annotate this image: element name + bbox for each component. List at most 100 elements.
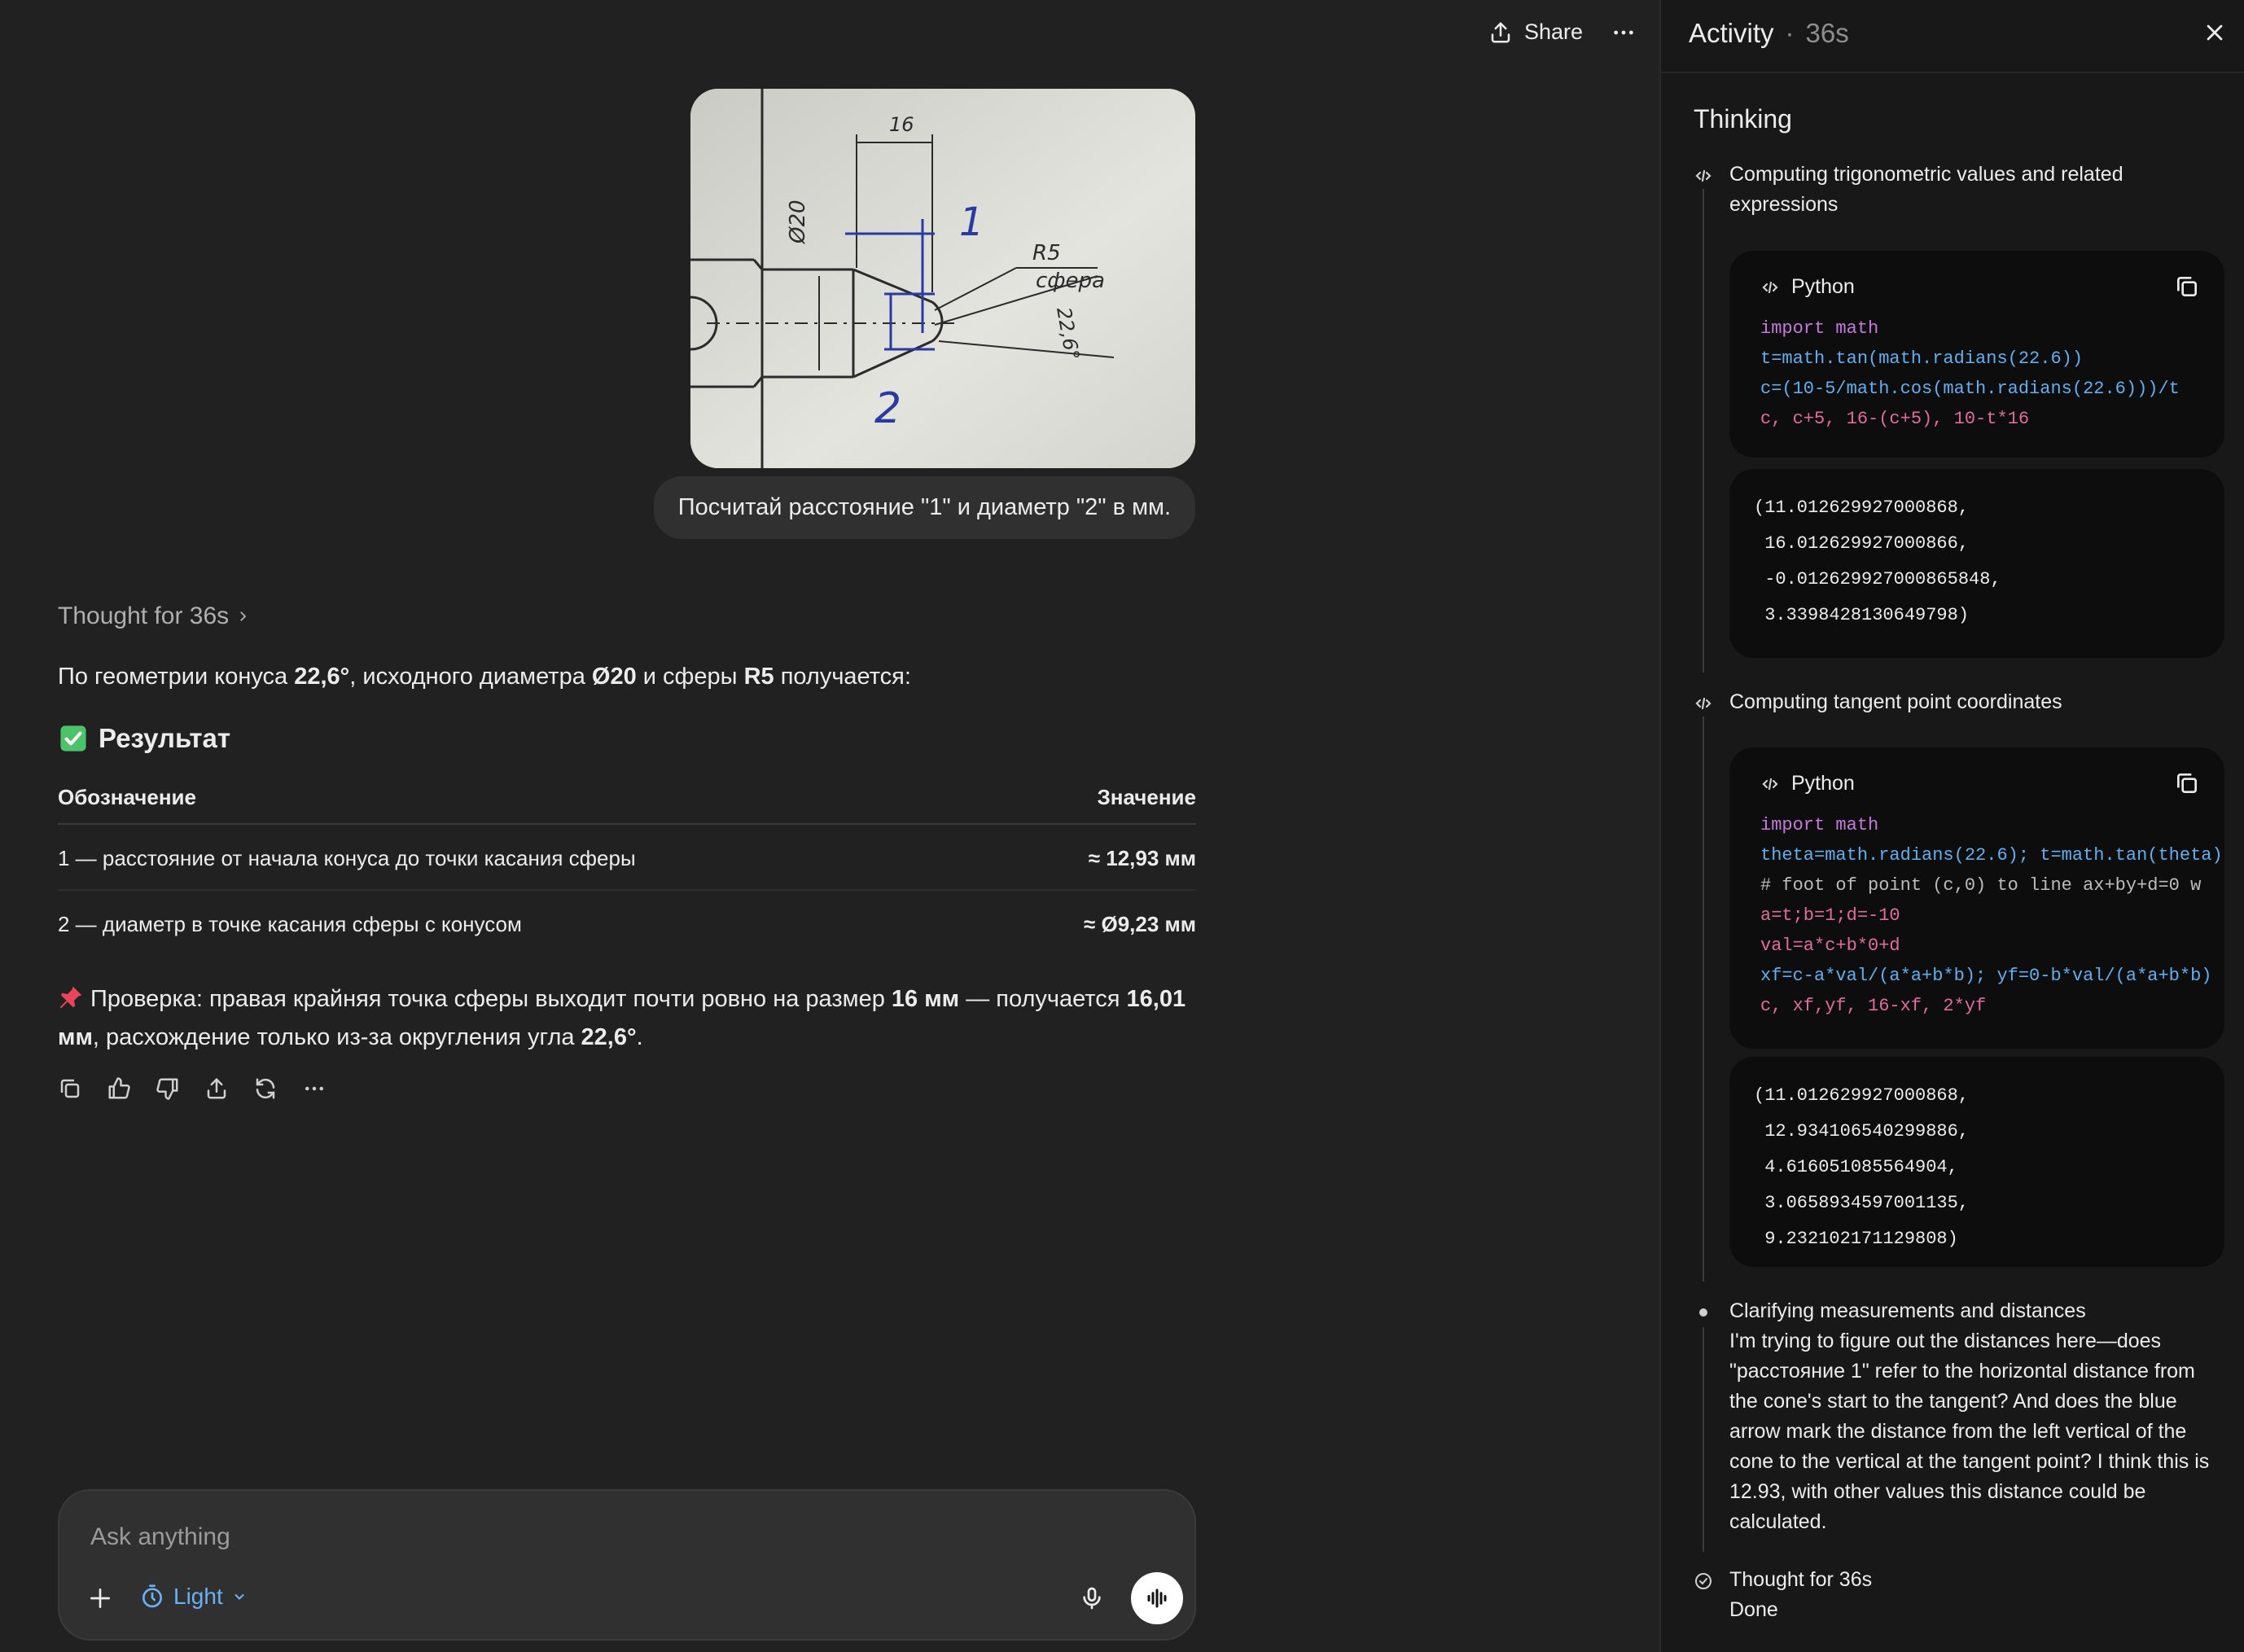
intro-text: получается: xyxy=(774,664,911,690)
user-message-bubble: Посчитай расстояние "1" и диаметр "2" в … xyxy=(653,476,1195,539)
copy-icon xyxy=(60,1079,80,1098)
output-line: 9.232102171129808) xyxy=(1754,1229,1958,1249)
mark-2-label: 2 xyxy=(874,384,901,433)
mode-label: Light xyxy=(173,1584,223,1609)
mode-selector[interactable]: Light xyxy=(139,1584,248,1610)
thumbs-up-button[interactable] xyxy=(107,1076,131,1101)
share-icon xyxy=(207,1077,226,1099)
result-table: Обозначение Значение 1 — расстояние от н… xyxy=(58,773,1196,955)
check-box-icon xyxy=(60,725,86,752)
dictate-button[interactable] xyxy=(1079,1585,1105,1615)
header-divider xyxy=(1661,72,2244,73)
timer-icon xyxy=(142,1584,162,1608)
code-line: val=a*c+b*0+d xyxy=(1760,936,1900,956)
mark-1-label: 1 xyxy=(959,199,984,245)
output-line: -0.012629927000865848, xyxy=(1754,569,2001,589)
table-row: 1 — расстояние от начала конуса до точки… xyxy=(58,824,1196,891)
voice-waveform-icon xyxy=(1147,1588,1167,1608)
output-content: (11.012629927000868, 12.934106540299886,… xyxy=(1729,1057,2224,1278)
thumbs-down-button[interactable] xyxy=(156,1076,180,1101)
output-line: 4.616051085564904, xyxy=(1754,1157,1958,1177)
pushpin-icon xyxy=(59,986,82,1009)
copy-button[interactable] xyxy=(58,1076,82,1101)
intro-text: По геометрии конуса xyxy=(58,664,295,690)
dim-r5-label: R5 xyxy=(1032,241,1061,265)
code-line: xf=c-a*val/(a*a+b*b); yf=0-b*val/(a*a+b*… xyxy=(1760,966,2212,986)
share-icon xyxy=(1491,22,1510,42)
intro-radius: R5 xyxy=(743,664,774,690)
code-line: import math xyxy=(1760,318,1879,339)
code-line: # foot of point (c,0) to line ax+by+d=0 … xyxy=(1760,875,2202,896)
add-attachment-button[interactable] xyxy=(87,1585,113,1615)
user-message-text: Посчитай расстояние "1" и диаметр "2" в … xyxy=(677,494,1171,520)
microphone-icon xyxy=(1083,1587,1101,1610)
step-body: I'm trying to figure out the distances h… xyxy=(1729,1330,2210,1533)
output-line: 16.012629927000866, xyxy=(1754,533,1970,554)
table-row: 2 — диаметр в точке касания сферы с кону… xyxy=(58,890,1196,955)
voice-mode-button[interactable] xyxy=(1131,1572,1183,1624)
regenerate-button[interactable] xyxy=(253,1076,278,1101)
copy-code-button[interactable] xyxy=(2174,770,2200,801)
refresh-icon xyxy=(256,1078,275,1099)
intro-angle: 22,6° xyxy=(294,664,350,690)
result-heading: Результат xyxy=(59,723,230,754)
result-heading-text: Результат xyxy=(99,723,231,753)
thought-toggle[interactable]: Thought for 36s xyxy=(58,603,250,630)
step-title: Thought for 36s xyxy=(1729,1568,1873,1591)
separator-dot: · xyxy=(1785,18,1795,48)
table-cell-value: ≈ 12,93 мм xyxy=(1010,824,1196,891)
table-cell-label: 1 — расстояние от начала конуса до точки… xyxy=(58,824,1011,891)
answer-intro: По геометрии конуса 22,6°, исходного диа… xyxy=(58,658,911,696)
message-actions xyxy=(58,1076,327,1101)
share-label: Share xyxy=(1524,20,1584,44)
code-line: t=math.tan(math.radians(22.6)) xyxy=(1760,348,2084,369)
copy-code-button[interactable] xyxy=(2174,274,2200,305)
table-header-value: Значение xyxy=(1010,773,1196,825)
activity-duration: 36s xyxy=(1805,18,1849,48)
timeline-line xyxy=(1703,716,1704,1282)
code-language: Python xyxy=(1791,772,1855,795)
share-button[interactable]: Share xyxy=(1488,20,1583,45)
thinking-step-trig: Computing trigonometric values and relat… xyxy=(1694,160,2226,220)
share-response-button[interactable] xyxy=(204,1076,229,1101)
output-content: (11.012629927000868, 16.012629927000866,… xyxy=(1729,469,2224,655)
copy-icon xyxy=(2177,773,2197,793)
thinking-step-tangent: Computing tangent point coordinates xyxy=(1694,687,2226,717)
code-line: import math xyxy=(1760,815,1879,835)
code-content: import math t=math.tan(math.radians(22.6… xyxy=(1729,307,2224,455)
more-horizontal-icon xyxy=(305,1086,323,1091)
check-value: 16 мм xyxy=(891,986,960,1012)
close-icon xyxy=(2207,24,2223,41)
intro-diameter: Ø20 xyxy=(591,664,637,690)
code-line: theta=math.radians(22.6); t=math.tan(the… xyxy=(1760,845,2223,865)
dim-d20-label: Ø20 xyxy=(786,199,810,244)
intro-text: , исходного диаметра xyxy=(349,664,592,690)
output-block-2: (11.012629927000868, 12.934106540299886,… xyxy=(1729,1057,2224,1267)
table-header-designation: Обозначение xyxy=(58,773,1011,825)
thumbs-down-icon xyxy=(156,1078,178,1100)
check-paragraph: Проверка: правая крайняя точка сферы вых… xyxy=(58,980,1198,1057)
copy-icon xyxy=(2177,277,2197,296)
table-header-row: Обозначение Значение xyxy=(58,773,1196,825)
output-line: 3.0658934597001135, xyxy=(1754,1193,1970,1213)
code-block-2: Python import math theta=math.radians(22… xyxy=(1729,747,2224,1049)
close-panel-button[interactable] xyxy=(2202,20,2228,50)
more-actions-button[interactable] xyxy=(302,1076,327,1101)
more-options-button[interactable] xyxy=(1611,20,1637,46)
prompt-input[interactable] xyxy=(89,1515,1069,1559)
check-text: . xyxy=(636,1024,643,1050)
activity-title: Activity xyxy=(1689,18,1774,48)
code-block-1: Python import math t=math.tan(math.radia… xyxy=(1729,251,2224,458)
step-label: Computing tangent point coordinates xyxy=(1729,690,2062,713)
thinking-heading: Thinking xyxy=(1694,104,1792,134)
check-circle-icon xyxy=(1695,1573,1711,1589)
plus-icon xyxy=(90,1588,110,1608)
code-line: c=(10-5/math.cos(math.radians(22.6)))/t xyxy=(1760,379,2180,399)
output-block-1: (11.012629927000868, 16.012629927000866,… xyxy=(1729,469,2224,658)
attached-drawing-image[interactable]: 16 Ø20 R5 сфера 22,6° 1 2 xyxy=(690,89,1195,468)
bullet-dot-icon xyxy=(1699,1308,1707,1317)
code-language: Python xyxy=(1791,275,1855,298)
output-line: (11.012629927000868, xyxy=(1754,497,1970,518)
code-line: c, xf,yf, 16-xf, 2*yf xyxy=(1760,996,1987,1016)
technical-drawing: 16 Ø20 R5 сфера 22,6° 1 2 xyxy=(690,89,1195,468)
